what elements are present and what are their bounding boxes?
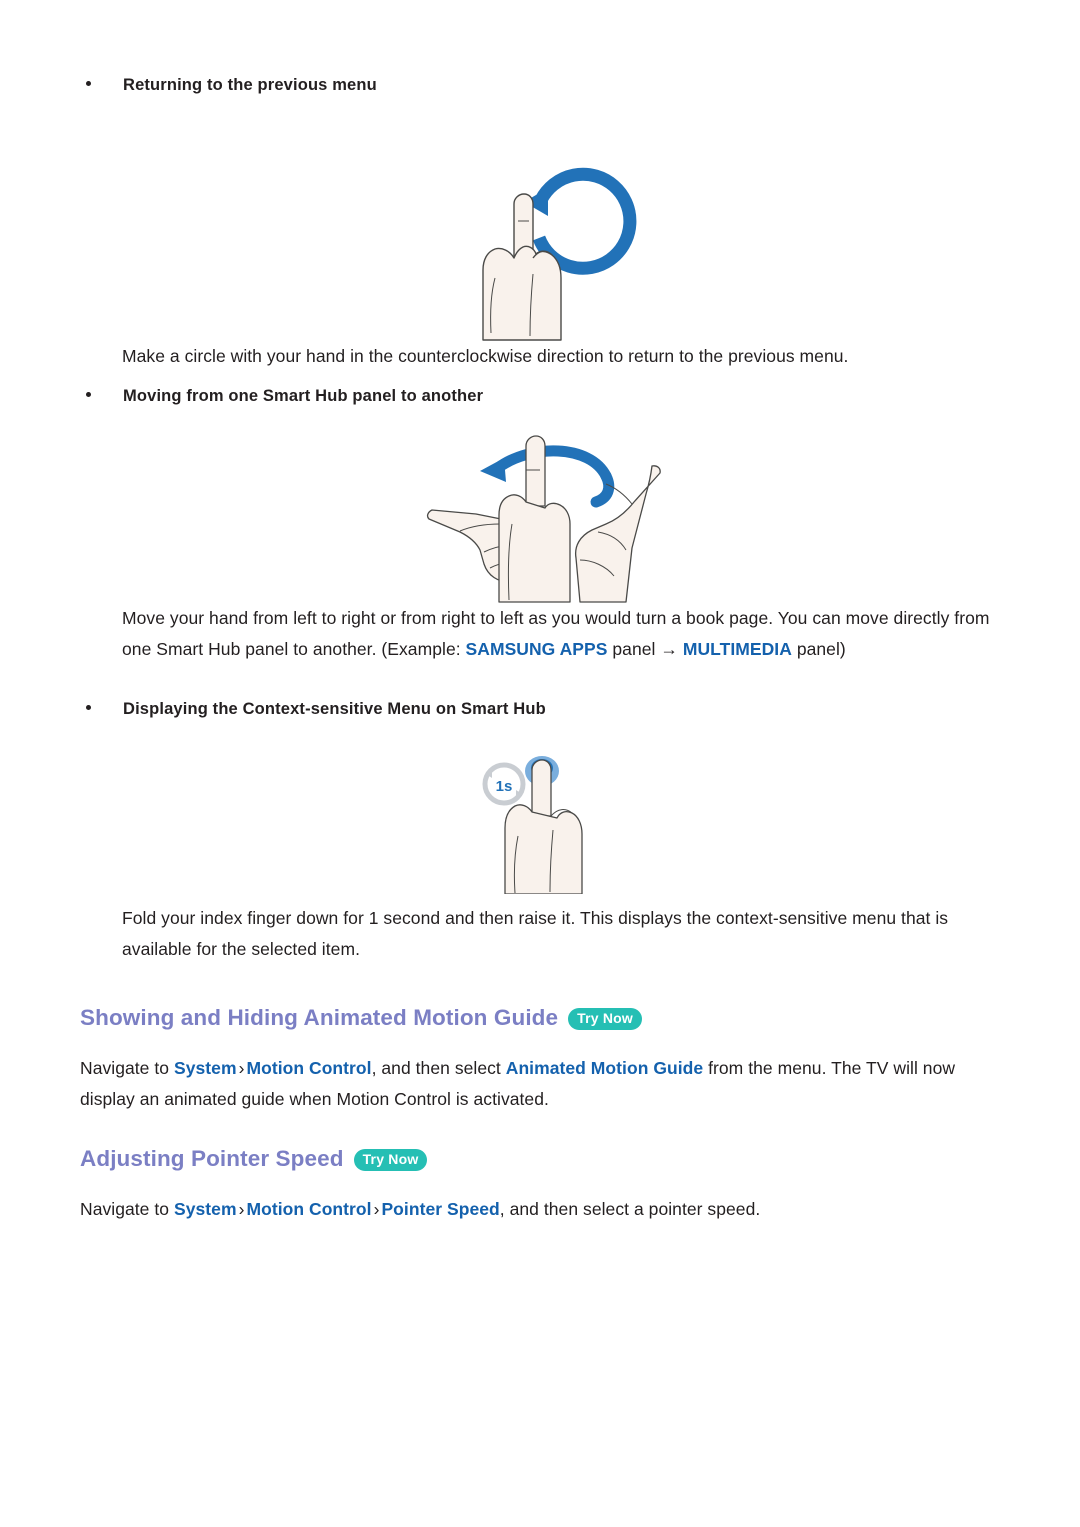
try-now-badge[interactable]: Try Now (568, 1008, 642, 1030)
bullet-dot-icon (86, 392, 91, 397)
illustration-fold-finger-gesture: 1s (470, 744, 620, 894)
menu-path-motion-control: Motion Control (246, 1199, 372, 1219)
document-page: Returning to the previous menu Make a ci… (0, 0, 1080, 1527)
bullet-dot-icon (86, 81, 91, 86)
illustration-circular-counterclockwise-gesture (432, 118, 652, 350)
try-now-badge[interactable]: Try Now (353, 1149, 428, 1171)
bullet-label: Returning to the previous menu (123, 76, 377, 94)
panel-name-samsung-apps: SAMSUNG APPS (465, 639, 608, 659)
right-pointing-hand-icon (574, 465, 661, 603)
caption-swipe-gesture: Move your hand from left to right or fro… (122, 603, 1012, 665)
timer-label: 1s (496, 778, 513, 795)
illustration-swipe-hand-gesture (420, 432, 670, 604)
heading-title: Adjusting Pointer Speed (80, 1146, 344, 1171)
panel-name-multimedia: MULTIMEDIA (682, 639, 792, 659)
menu-path-system: System (174, 1058, 237, 1078)
one-second-timer-icon: 1s (482, 762, 526, 806)
menu-path-system: System (174, 1199, 237, 1219)
body-text-animated-motion-guide: Navigate to System › Motion Control, and t… (80, 1053, 1010, 1115)
menu-path-motion-control: Motion Control (246, 1058, 372, 1078)
bullet-item-returning-to-previous-menu: Returning to the previous menu (86, 76, 377, 95)
bullet-dot-icon (86, 705, 91, 710)
caption-line-1: Move your hand from left to right or fro… (122, 608, 808, 628)
section-heading-adjusting-pointer-speed: Adjusting Pointer Speed Try Now (80, 1146, 428, 1172)
menu-path-pointer-speed: Pointer Speed (381, 1199, 500, 1219)
body-mid: , and then select (371, 1058, 506, 1078)
caption-line-1: Fold your index finger down for 1 second… (122, 908, 848, 928)
heading-title: Showing and Hiding Animated Motion Guide (80, 1005, 559, 1030)
path-separator-icon: › (238, 1199, 245, 1219)
section-heading-animated-motion-guide: Showing and Hiding Animated Motion Guide… (80, 1005, 642, 1031)
menu-option-animated-motion-guide: Animated Motion Guide (505, 1058, 704, 1078)
right-arrow-icon: → (660, 639, 678, 659)
body-post-1: from the menu. The TV (703, 1058, 889, 1078)
caption-circular-gesture: Make a circle with your hand in the coun… (122, 346, 849, 366)
body-post: , and then select a pointer speed. (499, 1199, 761, 1219)
body-text-adjusting-pointer-speed: Navigate to System › Motion Control › Pointe… (80, 1194, 1010, 1225)
pointing-hand-icon (482, 193, 562, 341)
caption-line-3-post: panel) (791, 639, 846, 659)
path-separator-icon: › (373, 1199, 380, 1219)
bullet-label: Displaying the Context-sensitive Menu on… (123, 700, 546, 718)
bullet-item-context-sensitive-menu: Displaying the Context-sensitive Menu on… (86, 700, 546, 719)
path-separator-icon: › (238, 1058, 245, 1078)
caption-fold-finger-gesture: Fold your index finger down for 1 second… (122, 903, 1012, 965)
body-pre: Navigate to (80, 1199, 174, 1219)
caption-line-2-mid: panel (607, 639, 661, 659)
body-pre: Navigate to (80, 1058, 174, 1078)
bullet-item-moving-between-panels: Moving from one Smart Hub panel to anoth… (86, 387, 483, 406)
bullet-label: Moving from one Smart Hub panel to anoth… (123, 387, 484, 405)
